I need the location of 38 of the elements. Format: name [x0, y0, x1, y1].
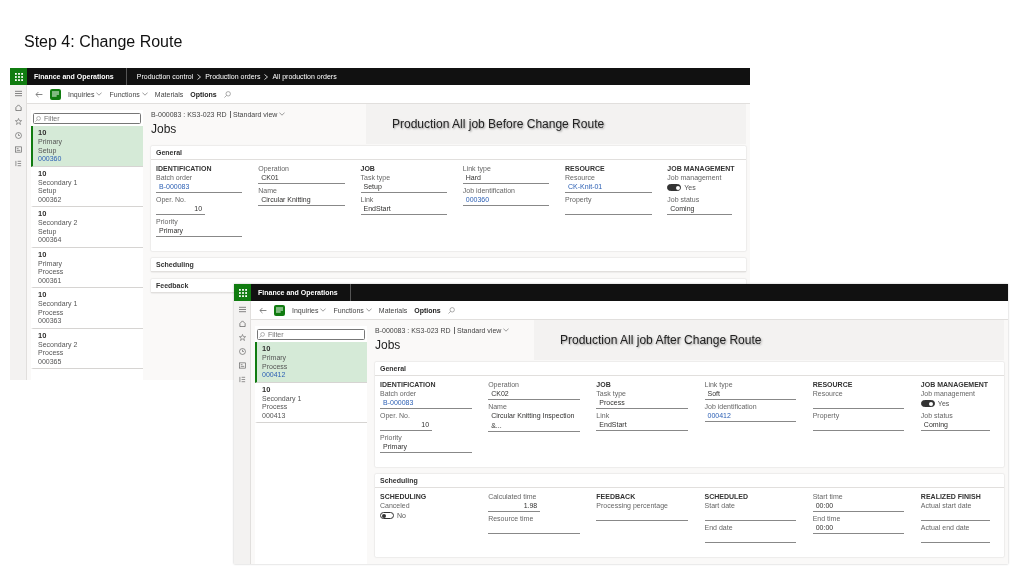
search-icon[interactable] [447, 306, 455, 314]
star-icon[interactable] [14, 118, 22, 125]
page-icon[interactable] [50, 88, 61, 100]
back-arrow-icon[interactable] [259, 306, 267, 314]
list-icon[interactable] [238, 376, 246, 383]
workspace-icon[interactable] [238, 362, 246, 369]
chevron-down-icon [96, 92, 103, 96]
star-icon[interactable] [238, 334, 246, 341]
back-arrow-icon[interactable] [35, 90, 43, 98]
page-title: Jobs [375, 337, 401, 353]
app-launcher-icon[interactable] [10, 68, 27, 85]
annotation-banner: Production All job Before Change Route [366, 104, 746, 144]
list-icon[interactable] [14, 160, 22, 167]
app-launcher-icon[interactable] [234, 284, 251, 301]
toggle-switch[interactable] [667, 184, 682, 191]
home-icon[interactable] [238, 320, 246, 327]
chevron-down-icon [279, 112, 286, 116]
toggle-switch[interactable] [380, 512, 394, 519]
clock-icon[interactable] [238, 348, 246, 355]
page-title: Jobs [151, 121, 177, 137]
chevron-down-icon [503, 328, 510, 332]
menu-icon[interactable] [238, 306, 246, 313]
slide-title: Step 4: Change Route [24, 33, 183, 51]
chevron-down-icon [320, 308, 327, 312]
page-icon[interactable] [274, 304, 285, 316]
workspace-icon[interactable] [14, 146, 22, 153]
search-icon[interactable] [223, 90, 231, 98]
chevron-icon [264, 73, 269, 80]
chevron-icon [197, 73, 202, 80]
clock-icon[interactable] [14, 132, 22, 139]
chevron-down-icon [141, 92, 148, 96]
menu-icon[interactable] [14, 90, 22, 97]
toggle-switch[interactable] [920, 400, 935, 407]
home-icon[interactable] [14, 104, 22, 111]
search-icon [259, 331, 265, 338]
chevron-down-icon [365, 308, 372, 312]
annotation-banner: Production All job After Change Route [534, 320, 1004, 360]
search-icon [35, 115, 41, 122]
